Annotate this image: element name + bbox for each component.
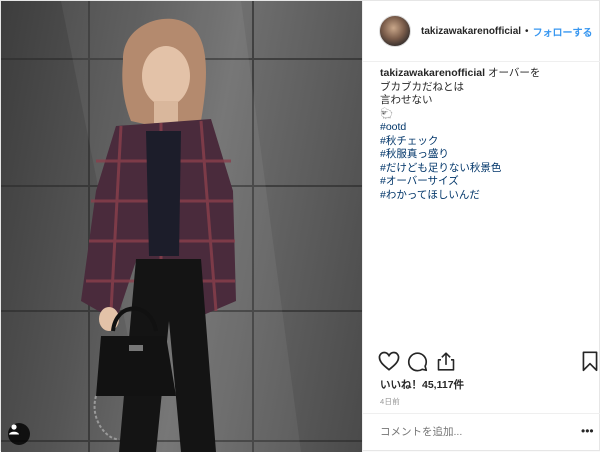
bookmark-icon[interactable]	[582, 351, 598, 372]
post-side-panel: takizawakarenofficial • フォローする takizawak…	[362, 1, 600, 452]
photo-illustration	[1, 1, 362, 452]
post-photo[interactable]	[1, 1, 362, 452]
hashtag-link[interactable]: #オーバーサイズ	[380, 175, 595, 189]
caption-username[interactable]: takizawakarenofficial	[380, 67, 485, 79]
hashtag-link[interactable]: #わかってほしいんだ	[380, 189, 595, 203]
post-timestamp[interactable]: 4日前	[380, 396, 400, 407]
header-separator: •	[525, 25, 529, 37]
header-username[interactable]: takizawakarenofficial	[421, 26, 521, 37]
hashtag-link[interactable]: #ootd	[380, 121, 595, 135]
share-icon[interactable]	[436, 351, 456, 372]
caption-line: オーバーを	[487, 67, 541, 79]
more-options-icon[interactable]: •••	[581, 425, 594, 437]
caption-emoji: 🐑	[380, 107, 394, 120]
post-header: takizawakarenofficial • フォローする	[363, 1, 600, 62]
action-bar	[378, 351, 598, 373]
hashtag-link[interactable]: #秋チェック	[380, 135, 595, 149]
caption-line: 言わせない	[380, 94, 433, 106]
caption-line: ブカブカだねとは	[380, 80, 464, 93]
instagram-post: takizawakarenofficial • フォローする takizawak…	[0, 0, 600, 452]
hashtag-link[interactable]: #秋服真っ盛り	[380, 148, 595, 162]
heart-icon[interactable]	[378, 351, 400, 371]
comment-bar: •••	[363, 413, 600, 452]
comment-icon[interactable]	[407, 351, 428, 372]
caption: takizawakarenofficial オーバーを ブカブカだねとは 言わせ…	[380, 67, 595, 202]
follow-button[interactable]: フォローする	[533, 24, 593, 39]
user-tag-icon	[9, 424, 19, 435]
comment-input[interactable]	[380, 422, 570, 442]
like-count[interactable]: いいね！45,117件	[380, 377, 464, 392]
avatar[interactable]	[379, 15, 411, 47]
user-tag-button[interactable]	[8, 423, 30, 445]
hashtag-link[interactable]: #だけども足りない秋景色	[380, 162, 595, 176]
